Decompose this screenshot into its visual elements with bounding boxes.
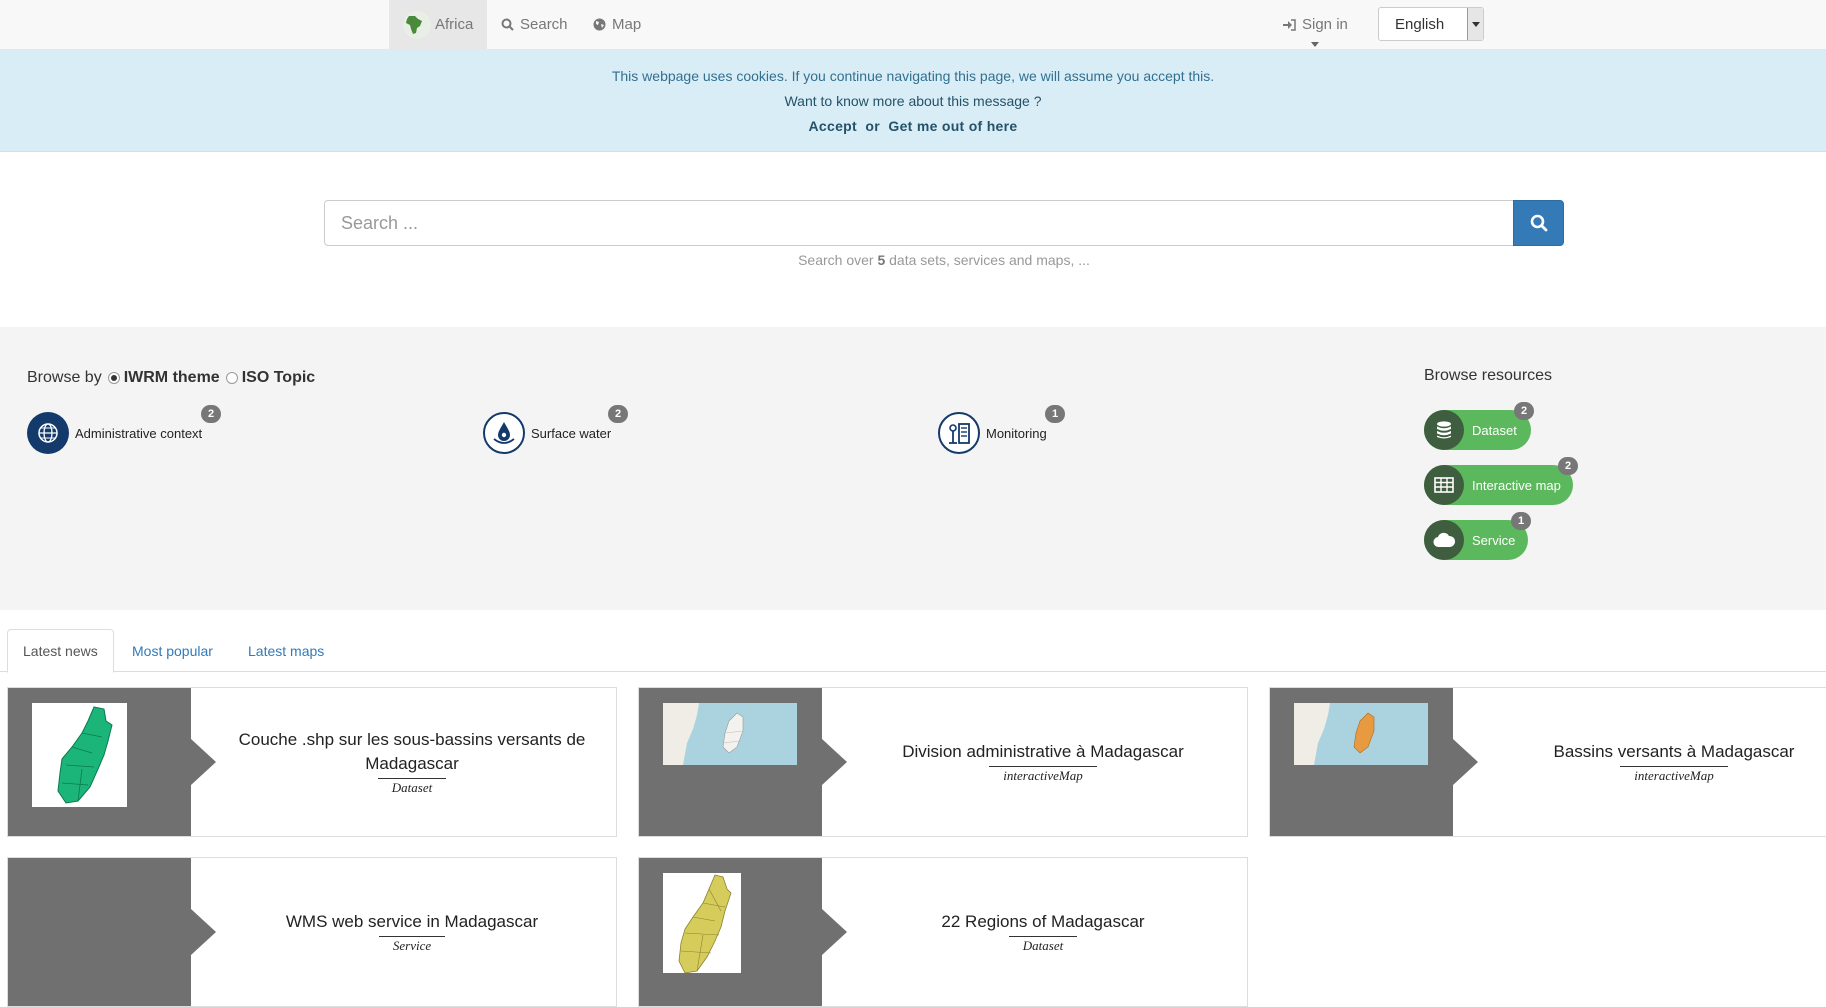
card-type: Dataset bbox=[377, 778, 447, 796]
madagascar-regions-thumbnail bbox=[663, 873, 741, 973]
topic-monitoring[interactable]: Monitoring bbox=[938, 412, 1047, 454]
resource-count-badge: 1 bbox=[1511, 512, 1531, 530]
topic-label: Monitoring bbox=[986, 425, 1047, 441]
topic-label: Surface water bbox=[531, 425, 612, 441]
card-title[interactable]: Couche .shp sur les sous-bassins versant… bbox=[228, 728, 596, 776]
topic-label: Administrative context bbox=[75, 425, 203, 441]
nav-map[interactable]: Map bbox=[593, 0, 641, 49]
card-title[interactable]: Bassins versants à Madagascar bbox=[1554, 740, 1795, 764]
search-hint-count: 5 bbox=[877, 252, 886, 268]
option-iso-topic[interactable]: ISO Topic bbox=[242, 369, 315, 387]
dropdown-arrow-icon[interactable] bbox=[1467, 8, 1483, 40]
top-navbar: Africa Search Map Sign in English bbox=[0, 0, 1826, 50]
cookie-or-text: or bbox=[865, 118, 880, 134]
globe-icon bbox=[27, 412, 69, 454]
topic-count-badge: 2 bbox=[201, 405, 221, 423]
nav-search-label: Search bbox=[520, 16, 568, 33]
card-type: interactiveMap bbox=[989, 766, 1097, 784]
card-type: Service bbox=[378, 936, 446, 954]
table-grid-icon bbox=[1424, 465, 1464, 505]
signin-caret-icon[interactable] bbox=[1311, 42, 1319, 47]
topic-surface-water[interactable]: Surface water bbox=[483, 412, 611, 454]
cloud-icon bbox=[1424, 520, 1464, 560]
madagascar-basins-map-thumbnail bbox=[1294, 703, 1428, 765]
resource-count-badge: 2 bbox=[1558, 457, 1578, 475]
option-iwrm-theme[interactable]: IWRM theme bbox=[124, 369, 220, 387]
topic-administrative-context[interactable]: Administrative context bbox=[27, 412, 202, 454]
tab-latest-maps[interactable]: Latest maps bbox=[233, 629, 339, 672]
search-hint-suffix: data sets, services and maps, ... bbox=[889, 252, 1090, 268]
water-drop-icon bbox=[483, 412, 525, 454]
globe-icon bbox=[593, 18, 606, 31]
resource-label: Dataset bbox=[1472, 422, 1517, 438]
search-placeholder: Search ... bbox=[341, 212, 419, 233]
language-select[interactable]: English bbox=[1378, 7, 1484, 41]
topic-count-badge: 1 bbox=[1045, 405, 1065, 423]
nav-home-africa[interactable]: Africa bbox=[389, 0, 487, 49]
search-button[interactable] bbox=[1513, 200, 1564, 246]
browse-resources-title: Browse resources bbox=[1424, 367, 1553, 384]
sign-in-icon bbox=[1283, 18, 1296, 31]
record-card[interactable]: 22 Regions of Madagascar Dataset bbox=[638, 857, 1248, 1007]
radio-iwrm-theme[interactable] bbox=[107, 372, 120, 384]
search-input[interactable]: Search ... bbox=[324, 200, 1515, 246]
tab-latest-news[interactable]: Latest news bbox=[7, 629, 114, 673]
record-card[interactable]: Bassins versants à Madagascar interactiv… bbox=[1269, 687, 1826, 837]
search-icon bbox=[501, 18, 514, 31]
news-tabs: Latest news Most popular Latest maps bbox=[0, 629, 1826, 673]
thumbnail-panel bbox=[639, 858, 847, 1006]
nav-map-label: Map bbox=[612, 16, 642, 33]
search-hint-prefix: Search over bbox=[798, 252, 874, 268]
thumbnail-panel bbox=[639, 688, 847, 836]
nav-home-label: Africa bbox=[435, 16, 474, 33]
record-card[interactable]: WMS web service in Madagascar Service bbox=[7, 857, 617, 1007]
record-card[interactable]: Division administrative à Madagascar int… bbox=[638, 687, 1248, 837]
search-bar: Search ... bbox=[324, 200, 1564, 246]
madagascar-admin-map-thumbnail bbox=[663, 703, 797, 765]
resource-label: Service bbox=[1472, 532, 1516, 548]
resource-interactive-map-button[interactable]: Interactive map bbox=[1424, 465, 1573, 505]
cookie-more-link[interactable]: Want to know more about this message ? bbox=[784, 93, 1041, 109]
tab-most-popular[interactable]: Most popular bbox=[117, 629, 228, 672]
database-icon bbox=[1424, 410, 1464, 450]
madagascar-watersheds-thumbnail bbox=[32, 703, 127, 807]
card-title[interactable]: Division administrative à Madagascar bbox=[902, 740, 1184, 764]
thumbnail-panel bbox=[8, 688, 216, 836]
search-hint: Search over 5 data sets, services and ma… bbox=[0, 252, 1826, 268]
thumbnail-panel bbox=[8, 858, 216, 1006]
signin-label: Sign in bbox=[1302, 16, 1348, 33]
cookie-banner: This webpage uses cookies. If you contin… bbox=[0, 50, 1826, 152]
card-title[interactable]: WMS web service in Madagascar bbox=[286, 910, 538, 934]
monitoring-station-icon bbox=[938, 412, 980, 454]
thumbnail-panel bbox=[1270, 688, 1478, 836]
browse-by-selector: Browse by IWRM theme ISO Topic bbox=[27, 369, 315, 387]
africa-logo-icon bbox=[403, 10, 431, 39]
cookie-leave-link[interactable]: Get me out of here bbox=[888, 118, 1017, 134]
nav-search[interactable]: Search bbox=[501, 0, 568, 49]
browse-by-label: Browse by bbox=[27, 369, 102, 386]
record-card[interactable]: Couche .shp sur les sous-bassins versant… bbox=[7, 687, 617, 837]
cookie-accept-link[interactable]: Accept bbox=[809, 118, 857, 134]
topic-count-badge: 2 bbox=[608, 405, 628, 423]
language-value: English bbox=[1395, 15, 1445, 33]
cookie-message: This webpage uses cookies. If you contin… bbox=[611, 68, 1215, 84]
resource-label: Interactive map bbox=[1472, 477, 1561, 493]
card-type: interactiveMap bbox=[1620, 766, 1728, 784]
card-title[interactable]: 22 Regions of Madagascar bbox=[941, 910, 1144, 934]
resource-count-badge: 2 bbox=[1514, 402, 1534, 420]
search-icon bbox=[1530, 214, 1547, 232]
browse-section: Browse by IWRM theme ISO Topic Administr… bbox=[0, 327, 1826, 610]
card-type: Dataset bbox=[1008, 936, 1078, 954]
radio-iso-topic[interactable] bbox=[225, 372, 238, 384]
